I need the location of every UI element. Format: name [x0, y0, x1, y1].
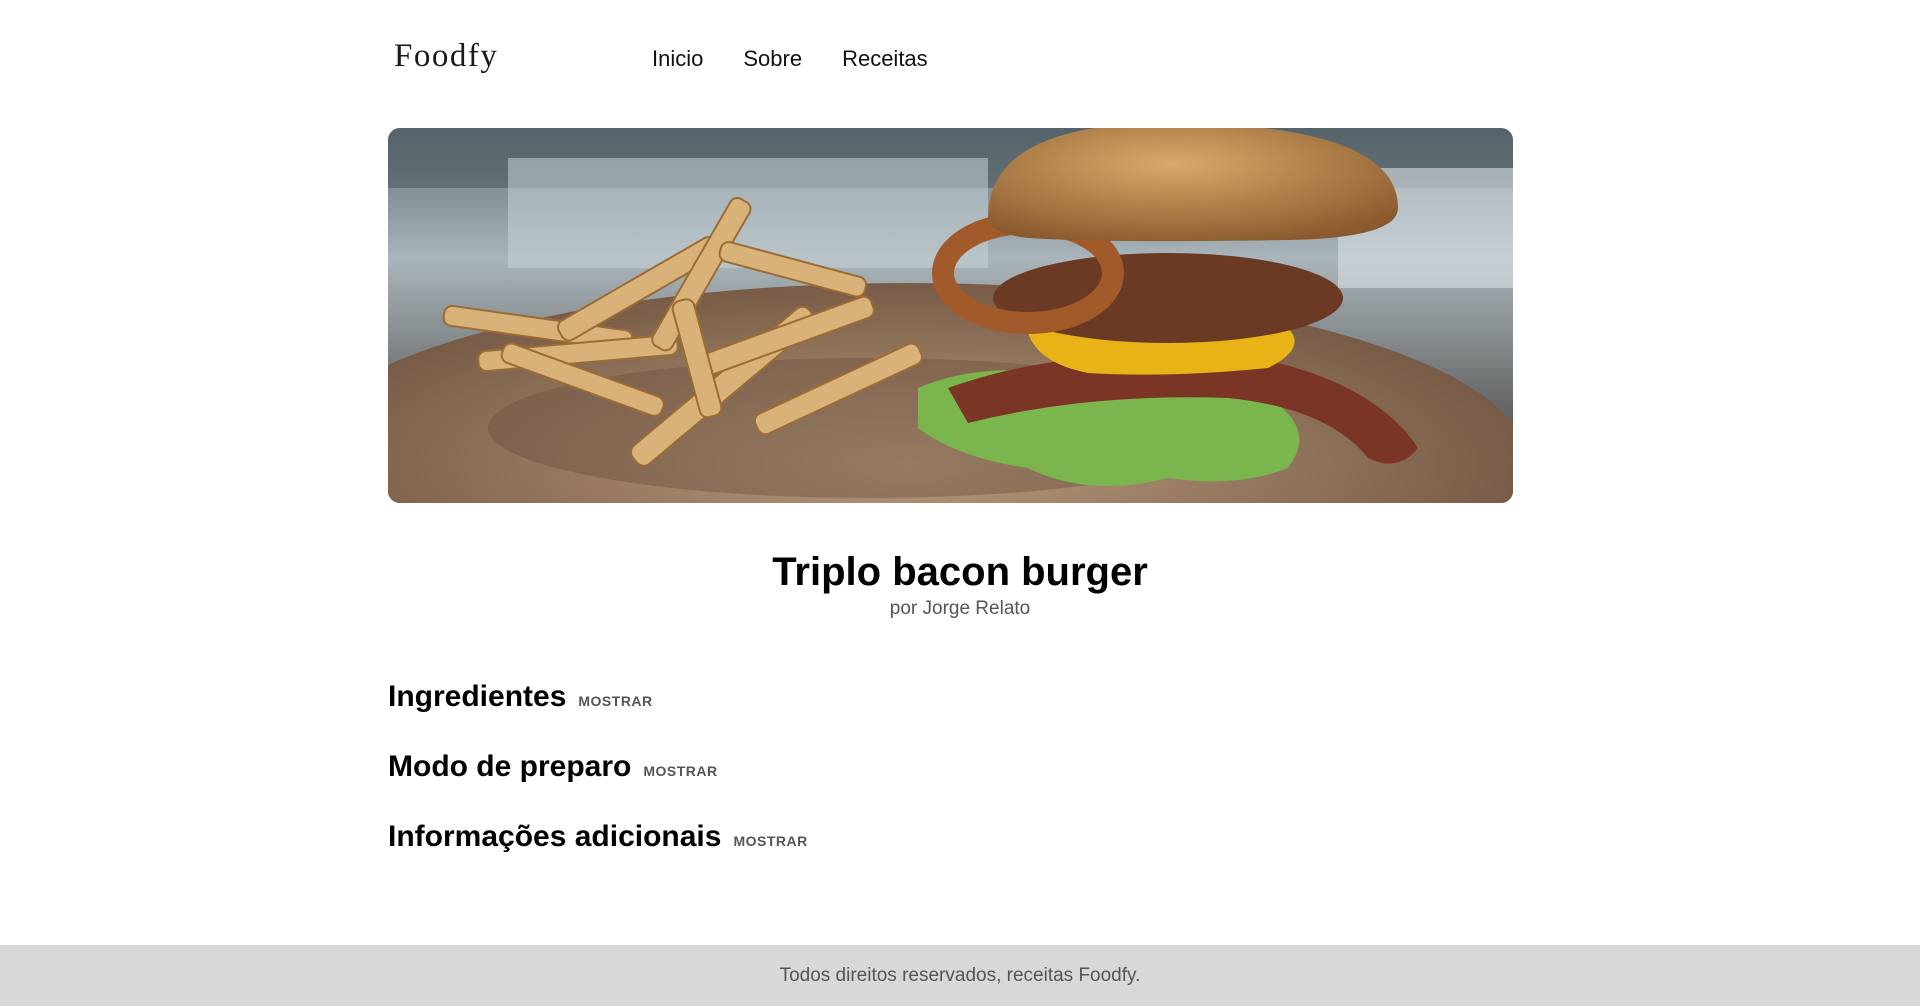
- recipe-image: [388, 128, 1513, 503]
- section-modo-de-preparo: Modo de preparo MOSTRAR: [388, 750, 808, 820]
- show-modo-de-preparo-button[interactable]: MOSTRAR: [643, 763, 717, 779]
- nav-link-receitas[interactable]: Receitas: [842, 46, 928, 72]
- nav-link-sobre[interactable]: Sobre: [743, 46, 802, 72]
- section-ingredientes: Ingredientes MOSTRAR: [388, 680, 808, 750]
- nav-link-inicio[interactable]: Inicio: [652, 46, 703, 72]
- section-heading: Informações adicionais: [388, 820, 722, 853]
- recipe-author: por Jorge Relato: [889, 598, 1031, 619]
- footer-text: Todos direitos reservados, receitas Food…: [779, 965, 1141, 986]
- recipe-title: Triplo bacon burger: [772, 550, 1148, 594]
- section-heading: Ingredientes: [388, 680, 567, 713]
- site-footer: Todos direitos reservados, receitas Food…: [0, 945, 1920, 1006]
- logo[interactable]: Foodfy: [394, 38, 498, 75]
- main-nav: Inicio Sobre Receitas: [652, 46, 928, 72]
- section-informacoes-adicionais: Informações adicionais MOSTRAR: [388, 820, 808, 890]
- show-informacoes-adicionais-button[interactable]: MOSTRAR: [733, 833, 807, 849]
- section-heading: Modo de preparo: [388, 750, 632, 783]
- recipe-header: Triplo bacon burger por Jorge Relato: [0, 546, 1920, 620]
- burger-image: [388, 128, 1513, 503]
- site-header: Foodfy Inicio Sobre Receitas: [388, 0, 1513, 120]
- show-ingredientes-button[interactable]: MOSTRAR: [578, 693, 652, 709]
- recipe-sections: Ingredientes MOSTRAR Modo de preparo MOS…: [388, 680, 808, 890]
